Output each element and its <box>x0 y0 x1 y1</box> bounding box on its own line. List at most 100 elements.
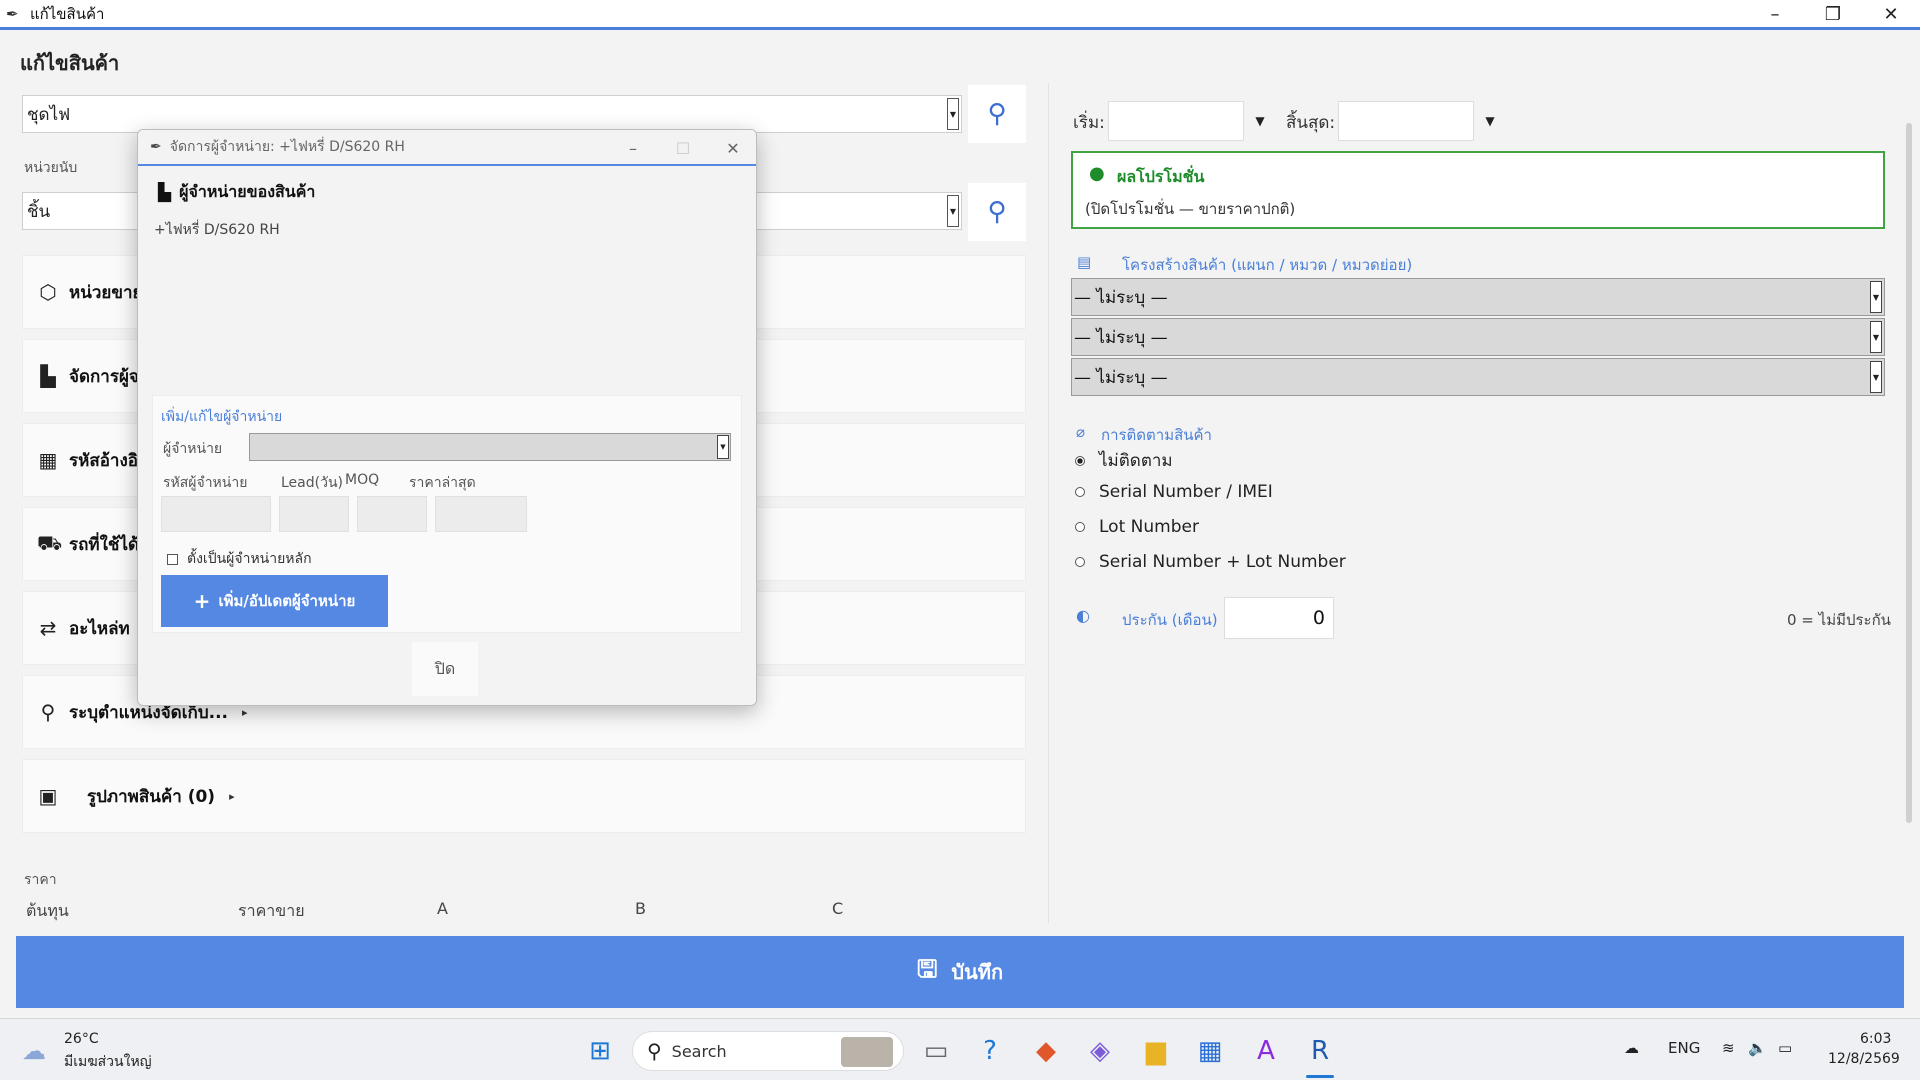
radio-selected[interactable] <box>1075 455 1085 466</box>
feather-icon: ✒ <box>150 139 162 155</box>
dialog-minimize-button[interactable]: – <box>608 130 658 166</box>
chevron-down-icon[interactable]: ▼ <box>717 435 729 459</box>
dialog-product-name: +ไฟหรี่ D/S620 RH <box>154 222 280 238</box>
onedrive-icon[interactable]: ☁ <box>1624 1039 1639 1057</box>
department-combo[interactable]: — ไม่ระบุ — ▼ <box>1071 278 1885 316</box>
active-app-icon[interactable]: R <box>1300 1031 1340 1071</box>
tracking-option-serial-lot[interactable]: Serial Number + Lot Number <box>1075 552 1346 572</box>
promo-start-input[interactable] <box>1108 101 1244 141</box>
tracking-option-label: Serial Number + Lot Number <box>1099 552 1346 572</box>
window-controls: – ❐ ✕ <box>1746 0 1920 28</box>
price-label: ราคา <box>24 872 57 888</box>
price-col-c: C <box>832 899 844 918</box>
brave-browser-icon[interactable]: ◆ <box>1026 1031 1066 1071</box>
calendar-icon: ▤ <box>1077 253 1092 271</box>
clock-date[interactable]: 12/8/2569 <box>1828 1051 1900 1067</box>
supplier-code-input[interactable] <box>161 496 271 532</box>
pick-product-button[interactable]: ⚲ <box>968 85 1026 143</box>
moq-input[interactable] <box>357 496 427 532</box>
product-name-combo[interactable]: ชุดไฟ ▼ <box>22 95 962 133</box>
price-col-cost: ต้นทุน <box>26 901 69 920</box>
taskbar: ☁ 26°C มีเมฆส่วนใหญ่ ⊞ ⚲ Search ▭ ? ◆ ◈ … <box>0 1018 1920 1080</box>
clock-time[interactable]: 6:03 <box>1860 1031 1891 1047</box>
tracking-option-lot[interactable]: Lot Number <box>1075 517 1199 537</box>
tracking-option-label: Serial Number / IMEI <box>1099 482 1273 502</box>
chevron-down-icon[interactable]: ▼ <box>1246 101 1274 141</box>
lead-time-input[interactable] <box>279 496 349 532</box>
save-button[interactable]: 🖫 บันทึก <box>16 936 1904 1008</box>
promotion-result-box: ● ผลโปรโมชั่น (ปิดโปรโมชั่น — ขายราคาปกต… <box>1071 151 1885 229</box>
app-a-icon[interactable]: A <box>1246 1031 1286 1071</box>
category-combo[interactable]: — ไม่ระบุ — ▼ <box>1071 318 1885 356</box>
section-label: รูปภาพสินค้า (0) <box>87 786 216 807</box>
warranty-input[interactable]: 0 <box>1224 597 1334 639</box>
weather-desc: มีเมฆส่วนใหญ่ <box>64 1054 152 1070</box>
add-update-supplier-button[interactable]: + เพิ่ม/อัปเดตผู้จำหน่าย <box>161 575 388 627</box>
dialog-maximize-button: ☐ <box>675 138 691 158</box>
search-text: Search <box>671 1041 727 1061</box>
unit-label: หน่วยนับ <box>24 160 78 176</box>
task-view-icon[interactable]: ▭ <box>916 1031 956 1071</box>
supplier-combo[interactable]: ▼ <box>249 433 731 461</box>
subcategory-combo[interactable]: — ไม่ระบุ — ▼ <box>1071 358 1885 396</box>
section-product-images[interactable]: ▣ รูปภาพสินค้า (0) ▸ <box>22 759 1026 833</box>
start-icon[interactable]: ⊞ <box>580 1031 620 1071</box>
warranty-label: ประกัน (เดือน) <box>1122 611 1218 629</box>
minimize-button[interactable]: – <box>1746 0 1804 28</box>
last-price-label: ราคาล่าสุด <box>409 475 476 491</box>
restore-button[interactable]: ❐ <box>1804 0 1862 28</box>
chevron-down-icon[interactable]: ▼ <box>1870 321 1882 353</box>
chevron-down-icon[interactable]: ▼ <box>947 195 959 227</box>
section-label: จัดการผู้จ <box>69 366 139 387</box>
promo-end-input[interactable] <box>1338 101 1474 141</box>
swap-icon: ⇄ <box>39 616 57 640</box>
wifi-icon[interactable]: ≋ <box>1722 1039 1735 1057</box>
tracking-option-serial[interactable]: Serial Number / IMEI <box>1075 482 1273 502</box>
tracking-option-none[interactable]: ไม่ติดตาม <box>1075 447 1173 474</box>
window-title: แก้ไขสินค้า <box>30 4 105 23</box>
dialog-titlebar: ✒ จัดการผู้จำหน่าย: +ไฟหรี่ D/S620 RH – … <box>138 130 756 166</box>
weather-temp: 26°C <box>64 1031 99 1047</box>
primary-supplier-checkbox[interactable]: ตั้งเป็นผู้จำหน่ายหลัก <box>167 548 312 570</box>
close-window-button[interactable]: ✕ <box>1862 0 1920 28</box>
radio[interactable] <box>1075 557 1085 567</box>
vertical-scrollbar[interactable] <box>1906 123 1912 823</box>
price-col-a: A <box>437 899 448 918</box>
taskbar-search[interactable]: ⚲ Search <box>632 1031 904 1071</box>
dialog-close-button[interactable]: ปิด <box>412 642 478 696</box>
store-icon[interactable]: ▦ <box>1190 1031 1230 1071</box>
page-title: แก้ไขสินค้า <box>20 51 120 75</box>
window-titlebar: ✒ แก้ไขสินค้า – ❐ ✕ <box>0 0 1920 30</box>
chevron-down-icon[interactable]: ▼ <box>1870 361 1882 393</box>
checkbox[interactable] <box>167 553 178 565</box>
supplier-panel-title: เพิ่ม/แก้ไขผู้จำหน่าย <box>161 409 283 425</box>
chevron-down-icon[interactable]: ▼ <box>947 98 959 130</box>
radio[interactable] <box>1075 522 1085 532</box>
chevron-down-icon[interactable]: ▼ <box>1870 281 1882 313</box>
pick-unit-button[interactable]: ⚲ <box>968 183 1026 241</box>
radio[interactable] <box>1075 487 1085 497</box>
car-icon: ⛟ <box>37 530 63 555</box>
eyedropper-icon: ⚲ <box>987 99 1007 129</box>
price-col-b: B <box>635 899 646 918</box>
section-label: รหัสอ้างอิ <box>69 450 138 471</box>
factory-icon: ▙ <box>40 364 56 388</box>
help-icon[interactable]: ? <box>970 1031 1010 1071</box>
battery-icon[interactable]: ▭ <box>1778 1039 1792 1057</box>
dialog-title: จัดการผู้จำหน่าย: +ไฟหรี่ D/S620 RH <box>169 139 405 155</box>
volume-icon[interactable]: 🔈 <box>1748 1039 1767 1057</box>
search-icon: ⚲ <box>647 1039 662 1063</box>
section-label: หน่วยขาย <box>69 282 143 303</box>
promotion-result-desc: (ปิดโปรโมชั่น — ขายราคาปกติ) <box>1085 200 1296 218</box>
image-icon: ▣ <box>38 784 58 808</box>
last-price-input[interactable] <box>435 496 527 532</box>
price-col-sale: ราคาขาย <box>238 901 305 920</box>
moq-label: MOQ <box>345 472 380 488</box>
chevron-down-icon[interactable]: ▼ <box>1476 101 1504 141</box>
copilot-icon[interactable]: ◈ <box>1080 1031 1120 1071</box>
language-indicator[interactable]: ENG <box>1668 1039 1700 1057</box>
file-explorer-icon[interactable]: ▆ <box>1136 1031 1176 1071</box>
active-app-indicator <box>1306 1075 1334 1078</box>
dialog-close-icon[interactable]: ✕ <box>708 130 756 166</box>
promotion-result-title: ผลโปรโมชั่น <box>1117 167 1205 186</box>
